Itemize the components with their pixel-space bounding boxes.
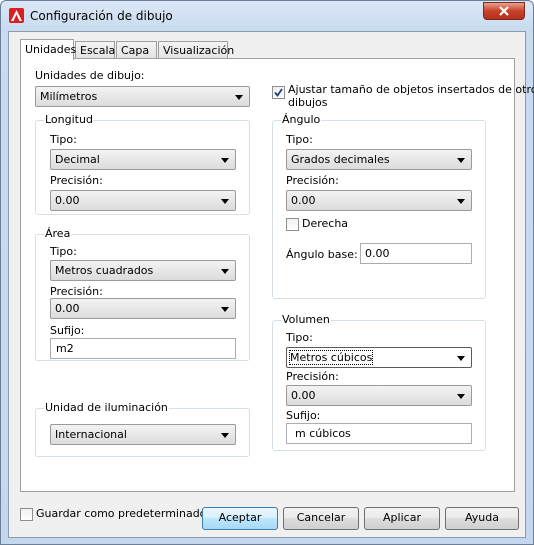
volume-type-value: Metros cúbicos	[288, 350, 374, 365]
length-group: Longitud Tipo: Decimal Precisión: 0.00	[35, 113, 250, 215]
volume-precision-select[interactable]: 0.00	[286, 385, 472, 406]
angle-type-value: Grados decimales	[291, 153, 390, 166]
checkmark-icon	[274, 88, 283, 97]
area-precision-label: Precisión:	[50, 285, 103, 298]
lighting-units-value: Internacional	[55, 428, 127, 441]
volume-precision-value: 0.00	[291, 389, 316, 402]
chevron-down-icon	[457, 158, 465, 163]
scale-inserted-checkbox[interactable]	[272, 86, 285, 99]
length-group-title: Longitud	[44, 113, 94, 126]
chevron-down-icon	[221, 433, 229, 438]
angle-precision-select[interactable]: 0.00	[286, 190, 472, 211]
angle-group: Ángulo Tipo: Grados decimales Precisión:…	[272, 113, 486, 299]
dialog-window: Configuración de dibujo Unidades Escala …	[0, 0, 534, 545]
chevron-down-icon	[221, 269, 229, 274]
angle-type-select[interactable]: Grados decimales	[286, 149, 472, 170]
volume-suffix-input[interactable]: m cúbicos	[286, 423, 472, 444]
tab-capa[interactable]: Capa	[116, 41, 157, 59]
angle-precision-label: Precisión:	[286, 174, 339, 187]
length-type-value: Decimal	[55, 153, 100, 166]
base-angle-value: 0.00	[365, 247, 390, 260]
title-bar[interactable]: Configuración de dibujo	[1, 1, 533, 31]
area-type-select[interactable]: Metros cuadrados	[50, 260, 236, 281]
help-button[interactable]: Ayuda	[445, 507, 519, 530]
angle-type-label: Tipo:	[286, 133, 313, 146]
save-default-label: Guardar como predeterminado	[36, 507, 207, 520]
volume-suffix-value: m cúbicos	[295, 427, 351, 440]
volume-group-title: Volumen	[281, 313, 331, 326]
lighting-group: Unidad de iluminación Internacional	[35, 401, 250, 457]
length-precision-select[interactable]: 0.00	[50, 190, 236, 211]
volume-type-label: Tipo:	[286, 331, 313, 344]
volume-suffix-label: Sufijo:	[286, 409, 321, 422]
clockwise-label: Derecha	[302, 217, 349, 230]
area-precision-value: 0.00	[55, 302, 80, 315]
base-angle-label: Ángulo base:	[286, 248, 358, 261]
area-suffix-label: Sufijo:	[50, 324, 85, 337]
lighting-units-select[interactable]: Internacional	[50, 424, 236, 445]
area-suffix-input[interactable]: m2	[50, 338, 236, 359]
base-angle-input[interactable]: 0.00	[360, 243, 472, 264]
dialog-client: Unidades Escala Capa Visualización Unida…	[8, 31, 534, 538]
tab-unidades[interactable]: Unidades	[20, 39, 76, 60]
chevron-down-icon	[457, 356, 465, 361]
area-group: Área Tipo: Metros cuadrados Precisión: 0…	[35, 227, 250, 361]
angle-precision-value: 0.00	[291, 194, 316, 207]
area-precision-select[interactable]: 0.00	[50, 298, 236, 319]
scale-inserted-label-line1: Ajustar tamaño de objetos insertados de …	[288, 83, 534, 96]
lighting-group-title: Unidad de iluminación	[44, 401, 169, 414]
area-group-title: Área	[44, 227, 72, 240]
chevron-down-icon	[221, 307, 229, 312]
drawing-units-value: Milímetros	[40, 90, 98, 103]
chevron-down-icon	[457, 394, 465, 399]
close-icon	[499, 6, 509, 16]
length-type-label: Tipo:	[50, 133, 77, 146]
chevron-down-icon	[457, 199, 465, 204]
drawing-units-select[interactable]: Milímetros	[35, 86, 250, 107]
cancel-button[interactable]: Cancelar	[283, 507, 359, 530]
length-precision-value: 0.00	[55, 194, 80, 207]
volume-precision-label: Precisión:	[286, 370, 339, 383]
angle-group-title: Ángulo	[281, 113, 322, 126]
area-type-value: Metros cuadrados	[55, 264, 154, 277]
tab-visualizacion[interactable]: Visualización	[158, 41, 234, 59]
volume-group: Volumen Tipo: Metros cúbicos Precisión: …	[272, 313, 486, 451]
accept-button[interactable]: Aceptar	[202, 507, 278, 530]
app-logo-icon	[9, 8, 24, 23]
chevron-down-icon	[221, 158, 229, 163]
units-tab-panel: Unidades de dibujo: Milímetros Ajustar t…	[20, 58, 534, 492]
scale-inserted-label-line2: dibujos	[288, 96, 328, 109]
volume-type-select[interactable]: Metros cúbicos	[286, 347, 472, 368]
chevron-down-icon	[221, 199, 229, 204]
close-button[interactable]	[483, 2, 525, 20]
length-type-select[interactable]: Decimal	[50, 149, 236, 170]
area-type-label: Tipo:	[50, 245, 77, 258]
length-precision-label: Precisión:	[50, 174, 103, 187]
drawing-units-label: Unidades de dibujo:	[35, 69, 145, 82]
chevron-down-icon	[235, 95, 243, 100]
area-suffix-value: m2	[56, 342, 74, 355]
window-title: Configuración de dibujo	[30, 9, 173, 23]
save-default-checkbox[interactable]	[20, 508, 33, 521]
clockwise-checkbox[interactable]	[286, 218, 299, 231]
tab-escala[interactable]: Escala	[75, 41, 115, 59]
apply-button[interactable]: Aplicar	[364, 507, 440, 530]
